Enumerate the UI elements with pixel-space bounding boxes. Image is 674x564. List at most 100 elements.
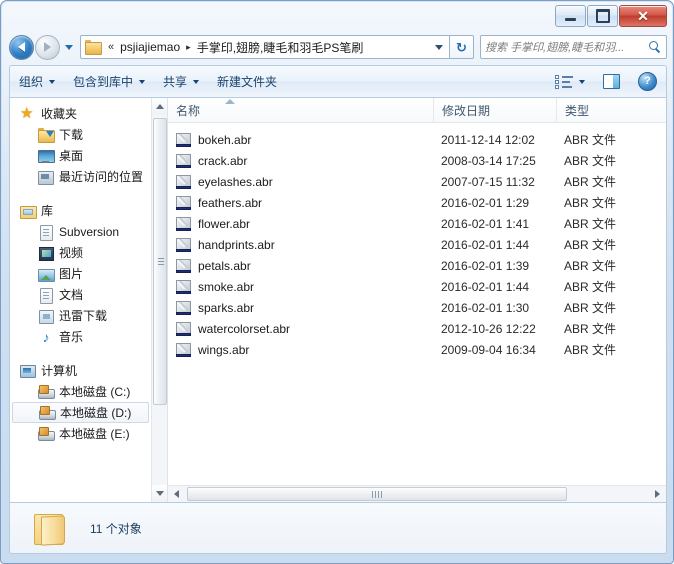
sidebar-group-libraries[interactable]: 库: [10, 200, 151, 221]
title-bar: ✕: [2, 2, 672, 30]
sort-ascending-icon: [225, 99, 235, 104]
column-header-date-modified[interactable]: 修改日期: [433, 98, 556, 122]
sidebar-group-favorites[interactable]: ★ 收藏夹: [10, 103, 151, 124]
sidebar-item-drive-c[interactable]: 本地磁盘 (C:): [10, 381, 151, 402]
sidebar-item-subversion[interactable]: Subversion: [10, 221, 151, 242]
change-view-button[interactable]: [546, 70, 594, 94]
minimize-button[interactable]: [555, 5, 586, 27]
sidebar-item-label: 本地磁盘 (C:): [59, 385, 131, 399]
breadcrumb-dropdown-button[interactable]: [431, 37, 447, 57]
file-name-cell[interactable]: crack.abr: [168, 153, 433, 169]
sidebar-group-computer[interactable]: 计算机: [10, 360, 151, 381]
file-name-cell[interactable]: wings.abr: [168, 342, 433, 358]
table-row[interactable]: wings.abr 2009-09-04 16:34 ABR 文件: [168, 339, 666, 360]
table-row[interactable]: sparks.abr 2016-02-01 1:30 ABR 文件: [168, 297, 666, 318]
table-row[interactable]: crack.abr 2008-03-14 17:25 ABR 文件: [168, 150, 666, 171]
folder-icon: [85, 40, 102, 55]
scroll-left-button[interactable]: [168, 486, 185, 502]
sidebar-item-music[interactable]: ♪ 音乐: [10, 326, 151, 347]
sidebar-item-videos[interactable]: 视频: [10, 242, 151, 263]
refresh-button[interactable]: ↻: [450, 35, 474, 59]
sidebar-item-downloads[interactable]: 下载: [10, 124, 151, 145]
file-type-cell: ABR 文件: [564, 301, 617, 315]
back-button[interactable]: [9, 34, 34, 60]
file-name-cell[interactable]: handprints.abr: [168, 237, 433, 253]
search-input[interactable]: 搜索 手掌印,翅膀,睫毛和羽...: [485, 39, 649, 55]
column-header-name[interactable]: 名称: [168, 98, 433, 122]
abr-file-icon: [176, 279, 192, 295]
table-row[interactable]: petals.abr 2016-02-01 1:39 ABR 文件: [168, 255, 666, 276]
breadcrumb-item-1[interactable]: 手掌印,翅膀,睫毛和羽毛PS笔刷: [195, 39, 366, 56]
file-name-cell[interactable]: sparks.abr: [168, 300, 433, 316]
toolbar-item-include-in-library[interactable]: 包含到库中: [64, 70, 154, 94]
toolbar-item-organize[interactable]: 组织: [10, 70, 64, 94]
horizontal-scrollbar-thumb[interactable]: [187, 487, 567, 501]
sidebar-scrollbar[interactable]: [151, 98, 167, 502]
sidebar-item-label: 下载: [59, 128, 84, 142]
help-button[interactable]: ?: [629, 70, 666, 94]
table-row[interactable]: watercolorset.abr 2012-10-26 12:22 ABR 文…: [168, 318, 666, 339]
scroll-down-button[interactable]: [152, 485, 167, 502]
breadcrumb-overflow-icon[interactable]: «: [104, 41, 118, 53]
scroll-up-button[interactable]: [152, 98, 167, 115]
column-header-type[interactable]: 类型: [556, 98, 666, 122]
sidebar-scrollbar-thumb[interactable]: [153, 118, 167, 405]
recent-pages-button[interactable]: [61, 38, 76, 57]
file-name-cell[interactable]: smoke.abr: [168, 279, 433, 295]
scroll-right-button[interactable]: [649, 486, 666, 502]
sidebar-item-drive-e[interactable]: 本地磁盘 (E:): [10, 423, 151, 444]
sidebar-item-pictures[interactable]: 图片: [10, 263, 151, 284]
item-count-label: 11 个对象: [90, 521, 142, 536]
file-name-label: handprints.abr: [198, 237, 275, 252]
sidebar-item-label: 音乐: [59, 330, 84, 344]
sidebar-item-documents[interactable]: 文档: [10, 284, 151, 305]
forward-button[interactable]: [35, 34, 60, 60]
sidebar-item-desktop[interactable]: 桌面: [10, 145, 151, 166]
file-name-label: watercolorset.abr: [198, 321, 291, 336]
file-name-cell[interactable]: eyelashes.abr: [168, 174, 433, 190]
toolbar-item-new-folder[interactable]: 新建文件夹: [208, 70, 286, 94]
horizontal-scrollbar[interactable]: [168, 485, 666, 502]
file-list-pane: 名称 修改日期 类型 bokeh.abr 2011-12-14 12:02 AB…: [167, 98, 666, 502]
file-name-cell[interactable]: watercolorset.abr: [168, 321, 433, 337]
file-name-cell[interactable]: petals.abr: [168, 258, 433, 274]
sidebar-item-drive-d[interactable]: 本地磁盘 (D:): [12, 402, 149, 423]
recent-places-icon: [38, 169, 54, 185]
file-name-label: smoke.abr: [198, 279, 255, 294]
table-row[interactable]: feathers.abr 2016-02-01 1:29 ABR 文件: [168, 192, 666, 213]
file-name-label: sparks.abr: [198, 300, 255, 315]
file-name-cell[interactable]: flower.abr: [168, 216, 433, 232]
table-row[interactable]: bokeh.abr 2011-12-14 12:02 ABR 文件: [168, 129, 666, 150]
abr-file-icon: [176, 216, 192, 232]
file-name-cell[interactable]: feathers.abr: [168, 195, 433, 211]
breadcrumb-separator-icon[interactable]: ▸: [182, 42, 195, 53]
abr-file-icon: [176, 237, 192, 253]
file-type-cell: ABR 文件: [564, 196, 617, 210]
file-name-label: crack.abr: [198, 153, 248, 168]
music-icon: ♪: [42, 328, 50, 345]
file-date-cell: 2007-07-15 11:32: [441, 174, 535, 189]
refresh-icon: ↻: [456, 39, 467, 55]
close-button[interactable]: ✕: [619, 5, 667, 27]
toolbar-item-share[interactable]: 共享: [154, 70, 208, 94]
sidebar-item-label: 文档: [59, 288, 84, 302]
search-box[interactable]: 搜索 手掌印,翅膀,睫毛和羽...: [480, 35, 667, 59]
navigation-pane: ★ 收藏夹 下载 桌面 最近访问的位置 库 Subversion 视频 图片 文…: [10, 98, 167, 502]
abr-file-icon: [176, 342, 192, 358]
sidebar-item-recent-places[interactable]: 最近访问的位置: [10, 166, 151, 187]
desktop-icon: [38, 148, 55, 164]
sidebar-item-thunder-download[interactable]: 迅雷下载: [10, 305, 151, 326]
maximize-button[interactable]: [587, 5, 618, 27]
table-row[interactable]: flower.abr 2016-02-01 1:41 ABR 文件: [168, 213, 666, 234]
preview-pane-button[interactable]: [594, 70, 629, 94]
breadcrumb-item-0[interactable]: psjiajiemao: [118, 40, 182, 54]
file-name-cell[interactable]: bokeh.abr: [168, 132, 433, 148]
table-row[interactable]: handprints.abr 2016-02-01 1:44 ABR 文件: [168, 234, 666, 255]
file-list: bokeh.abr 2011-12-14 12:02 ABR 文件 crack.…: [168, 123, 666, 360]
forward-arrow-icon: [44, 42, 51, 52]
column-header-label: 名称: [176, 103, 201, 118]
table-row[interactable]: eyelashes.abr 2007-07-15 11:32 ABR 文件: [168, 171, 666, 192]
address-bar-row: « psjiajiemao ▸ 手掌印,翅膀,睫毛和羽毛PS笔刷 ↻ 搜索 手掌…: [9, 34, 667, 60]
table-row[interactable]: smoke.abr 2016-02-01 1:44 ABR 文件: [168, 276, 666, 297]
breadcrumb[interactable]: « psjiajiemao ▸ 手掌印,翅膀,睫毛和羽毛PS笔刷: [80, 35, 450, 59]
